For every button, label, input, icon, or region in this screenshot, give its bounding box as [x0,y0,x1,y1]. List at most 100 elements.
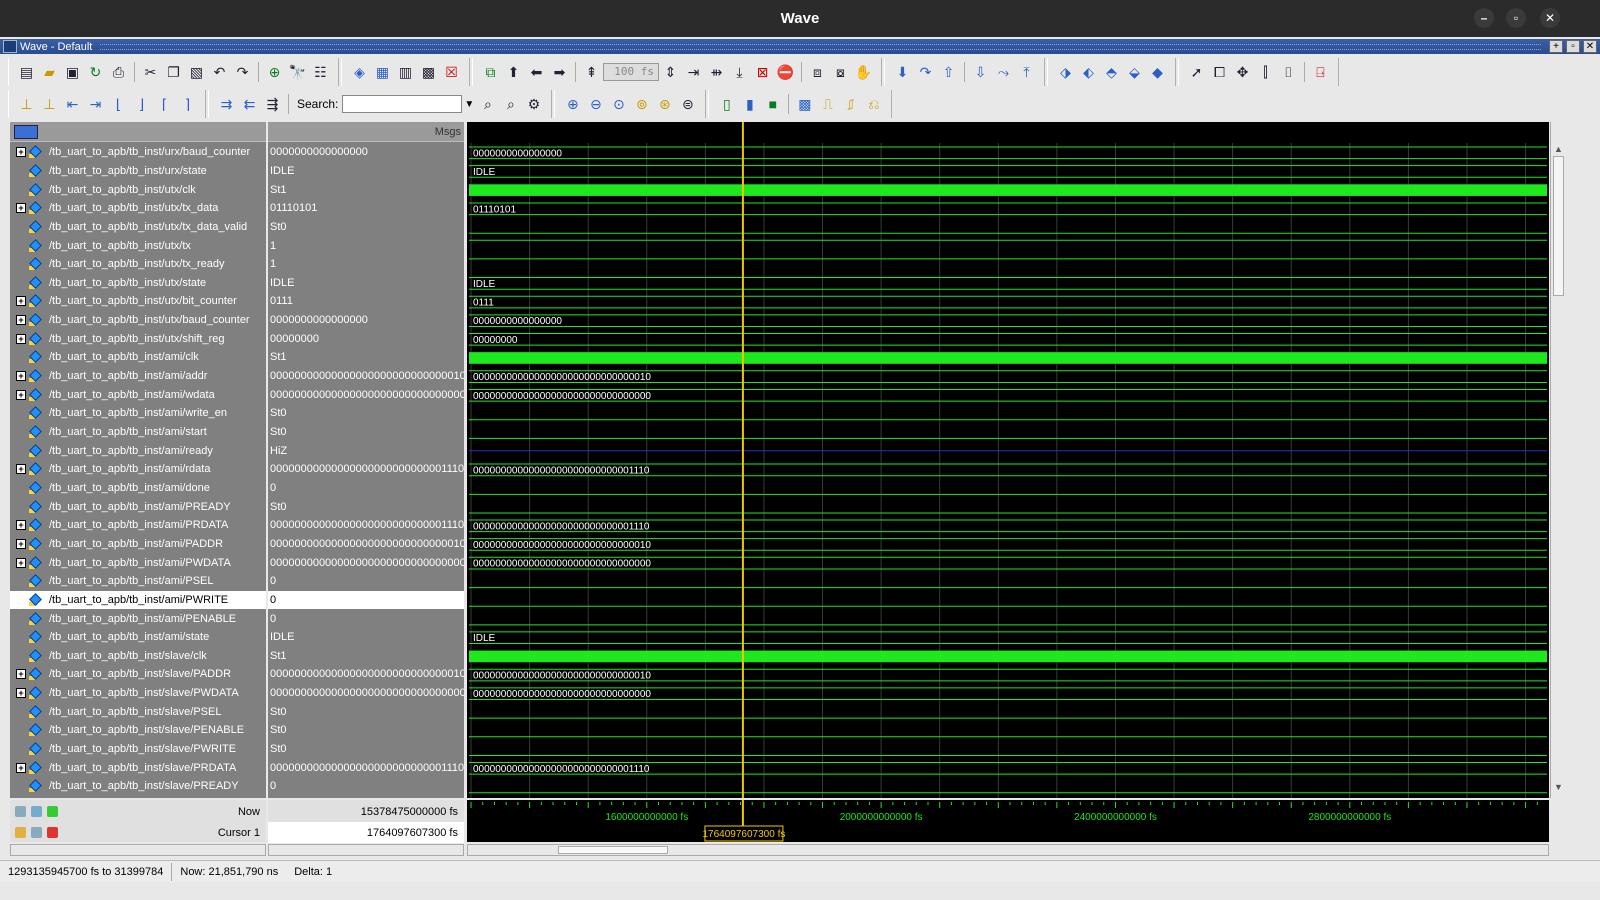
signal-row[interactable]: + /tb_uart_to_apb/tb_inst/utx/baud_counte… [10,311,266,330]
signal-value-row[interactable]: HiZ [268,441,464,460]
signal-row[interactable]: /tb_uart_to_apb/tb_inst/ami/state [10,628,266,647]
signal-row[interactable]: /tb_uart_to_apb/tb_inst/ami/done [10,479,266,498]
signal-value-row[interactable]: IDLE [268,162,464,181]
waveform-pane[interactable]: 0000000000000000 IDLE 01110101 IDLE 0111 0000… [467,122,1549,798]
signal-value-row[interactable]: 0 [268,777,464,796]
wave-hscrollbar[interactable] [467,844,1549,856]
signal-row[interactable]: /tb_uart_to_apb/tb_inst/utx/state [10,274,266,293]
next-edge-icon[interactable]: ⊥ [38,93,61,115]
signal-row[interactable]: + /tb_uart_to_apb/tb_inst/utx/shift_reg [10,330,266,349]
waveform-canvas[interactable]: 0000000000000000 IDLE 01110101 IDLE 0111 0000… [467,122,1549,798]
signal-row[interactable]: /tb_uart_to_apb/tb_inst/ami/PSEL [10,572,266,591]
signal-value-row[interactable]: St0 [268,497,464,516]
timeline-ruler[interactable]: 1600000000000 fs 2000000000000 fs 24000000… [467,800,1549,842]
signal-row[interactable]: + /tb_uart_to_apb/tb_inst/ami/PWDATA [10,553,266,572]
layout-1-icon[interactable]: ⬗ [1054,61,1077,83]
signal-row[interactable]: + /tb_uart_to_apb/tb_inst/ami/PADDR [10,535,266,554]
stop-icon[interactable]: ⛔ [774,61,797,83]
signal-row[interactable]: /tb_uart_to_apb/tb_inst/ami/PWRITE [10,590,266,610]
signal-value-row[interactable]: 0 [268,572,464,591]
expand-icon[interactable]: + [16,147,26,158]
signal-value-row[interactable]: 00000000000000000000000000000000 [268,553,464,572]
close-button[interactable]: ✕ [1540,8,1560,28]
signal-value-row[interactable]: St0 [268,721,464,740]
expand-icon[interactable]: + [16,557,26,568]
step-out-icon[interactable]: ✋ [852,61,875,83]
signal-row[interactable]: /tb_uart_to_apb/tb_inst/utx/clk [10,180,266,199]
open-folder-icon[interactable]: ▰ [38,61,61,83]
print-icon[interactable]: ⎙ [107,61,130,83]
cut-icon[interactable]: ✂ [139,61,162,83]
zoom-in-icon[interactable]: ⊕ [561,93,584,115]
forward-arrow-icon[interactable]: ➡ [548,61,571,83]
search-dropdown-icon[interactable]: ▼ [462,95,476,113]
step-over-icon[interactable]: ⧇ [829,61,852,83]
signal-row[interactable]: + /tb_uart_to_apb/tb_inst/slave/PRDATA [10,758,266,777]
expand-icon[interactable]: + [16,315,26,326]
stop-sim-icon[interactable]: ☒ [440,61,463,83]
step-icon[interactable]: ⧈ [806,61,829,83]
signal-value-row[interactable]: 00000000 [268,330,464,349]
layout-4-icon[interactable]: ⬙ [1123,61,1146,83]
undo-icon[interactable]: ↶ [208,61,231,83]
expand-icon[interactable]: + [16,389,26,400]
exit-icon[interactable]: ⍈ [1309,61,1332,83]
expand-icon[interactable]: + [16,296,26,307]
vertical-scrollbar[interactable]: ▲ ▼ [1550,122,1566,798]
signal-row[interactable]: + /tb_uart_to_apb/tb_inst/ami/wdata [10,385,266,404]
paste-icon[interactable]: ▧ [185,61,208,83]
grid-icon[interactable]: ▩ [793,93,816,115]
values-hscrollbar[interactable] [268,844,464,856]
signal-value-row[interactable]: St1 [268,647,464,666]
signal-value-row[interactable]: 01110101 [268,199,464,218]
signal-row[interactable]: /tb_uart_to_apb/tb_inst/ami/write_en [10,404,266,423]
expand-icon[interactable]: + [16,371,26,382]
signal-row[interactable]: /tb_uart_to_apb/tb_inst/ami/start [10,423,266,442]
edge-3-icon[interactable]: ⎌ [862,93,885,115]
wave-hscroll-thumb[interactable] [558,846,668,854]
settings-icon[interactable] [15,806,26,817]
signal-row[interactable]: /tb_uart_to_apb/tb_inst/slave/PWRITE [10,740,266,759]
edge-2-icon[interactable]: ⎎ [839,93,862,115]
signal-row[interactable]: + /tb_uart_to_apb/tb_inst/urx/baud_counte… [10,143,266,162]
drag-grip[interactable] [100,43,1541,50]
cursor-mode-icon[interactable]: ⫿ [1254,61,1277,83]
signal-value-row[interactable]: 1 [268,236,464,255]
signal-value-row[interactable]: 00000000000000000000000000001110 [268,516,464,535]
step-over-blue-icon[interactable]: ↷ [914,61,937,83]
wave-layout-icon[interactable] [14,125,38,139]
signal-value-row[interactable]: St0 [268,218,464,237]
names-hscrollbar[interactable] [10,844,266,856]
signal-value-row[interactable]: St0 [268,404,464,423]
restart-icon[interactable]: ⧉ [479,61,502,83]
format-icon[interactable]: ☷ [309,61,332,83]
signal-row[interactable]: /tb_uart_to_apb/tb_inst/ami/PENABLE [10,609,266,628]
timeline-canvas[interactable]: 1600000000000 fs 2000000000000 fs 24000000… [467,800,1549,842]
run-icon[interactable]: ⇥ [682,61,705,83]
prev-edge-icon[interactable]: ⊥ [15,93,38,115]
signal-row[interactable]: + /tb_uart_to_apb/tb_inst/slave/PADDR [10,665,266,684]
up-arrow-icon[interactable]: ⬆ [502,61,525,83]
expand-icon[interactable]: + [16,333,26,344]
expand-icon[interactable]: + [16,520,26,531]
find-next-falling-icon[interactable]: ⌋ [130,93,153,115]
show-signal-icon[interactable]: ■ [761,93,784,115]
signal-row[interactable]: /tb_uart_to_apb/tb_inst/slave/PREADY [10,777,266,796]
signal-value-row[interactable]: 00000000000000000000000000001110 [268,758,464,777]
dock-icon[interactable]: + [1549,40,1563,53]
run-length-icon[interactable]: ⇞ [580,61,603,83]
signal-row[interactable]: + /tb_uart_to_apb/tb_inst/ami/PRDATA [10,516,266,535]
signal-row[interactable]: /tb_uart_to_apb/tb_inst/ami/PREADY [10,497,266,516]
add-icon[interactable]: ⊕ [263,61,286,83]
insert-cursor-icon[interactable]: ⇉ [215,93,238,115]
signal-value-row[interactable]: 0111 [268,292,464,311]
step-over-menu-icon[interactable]: ⤳ [992,61,1015,83]
signal-value-row[interactable]: 0000000000000000 [268,143,464,162]
continue-icon[interactable]: ⇻ [705,61,728,83]
signal-value-row[interactable]: 00000000000000000000000000000000 [268,385,464,404]
step-up-icon[interactable]: ⇧ [937,61,960,83]
close-pane-icon[interactable]: ✕ [1583,40,1597,53]
signal-value-row[interactable]: 0 [268,609,464,628]
find-next-transition-icon[interactable]: ⇥ [84,93,107,115]
signal-value-row[interactable]: 0000000000000000 [268,311,464,330]
